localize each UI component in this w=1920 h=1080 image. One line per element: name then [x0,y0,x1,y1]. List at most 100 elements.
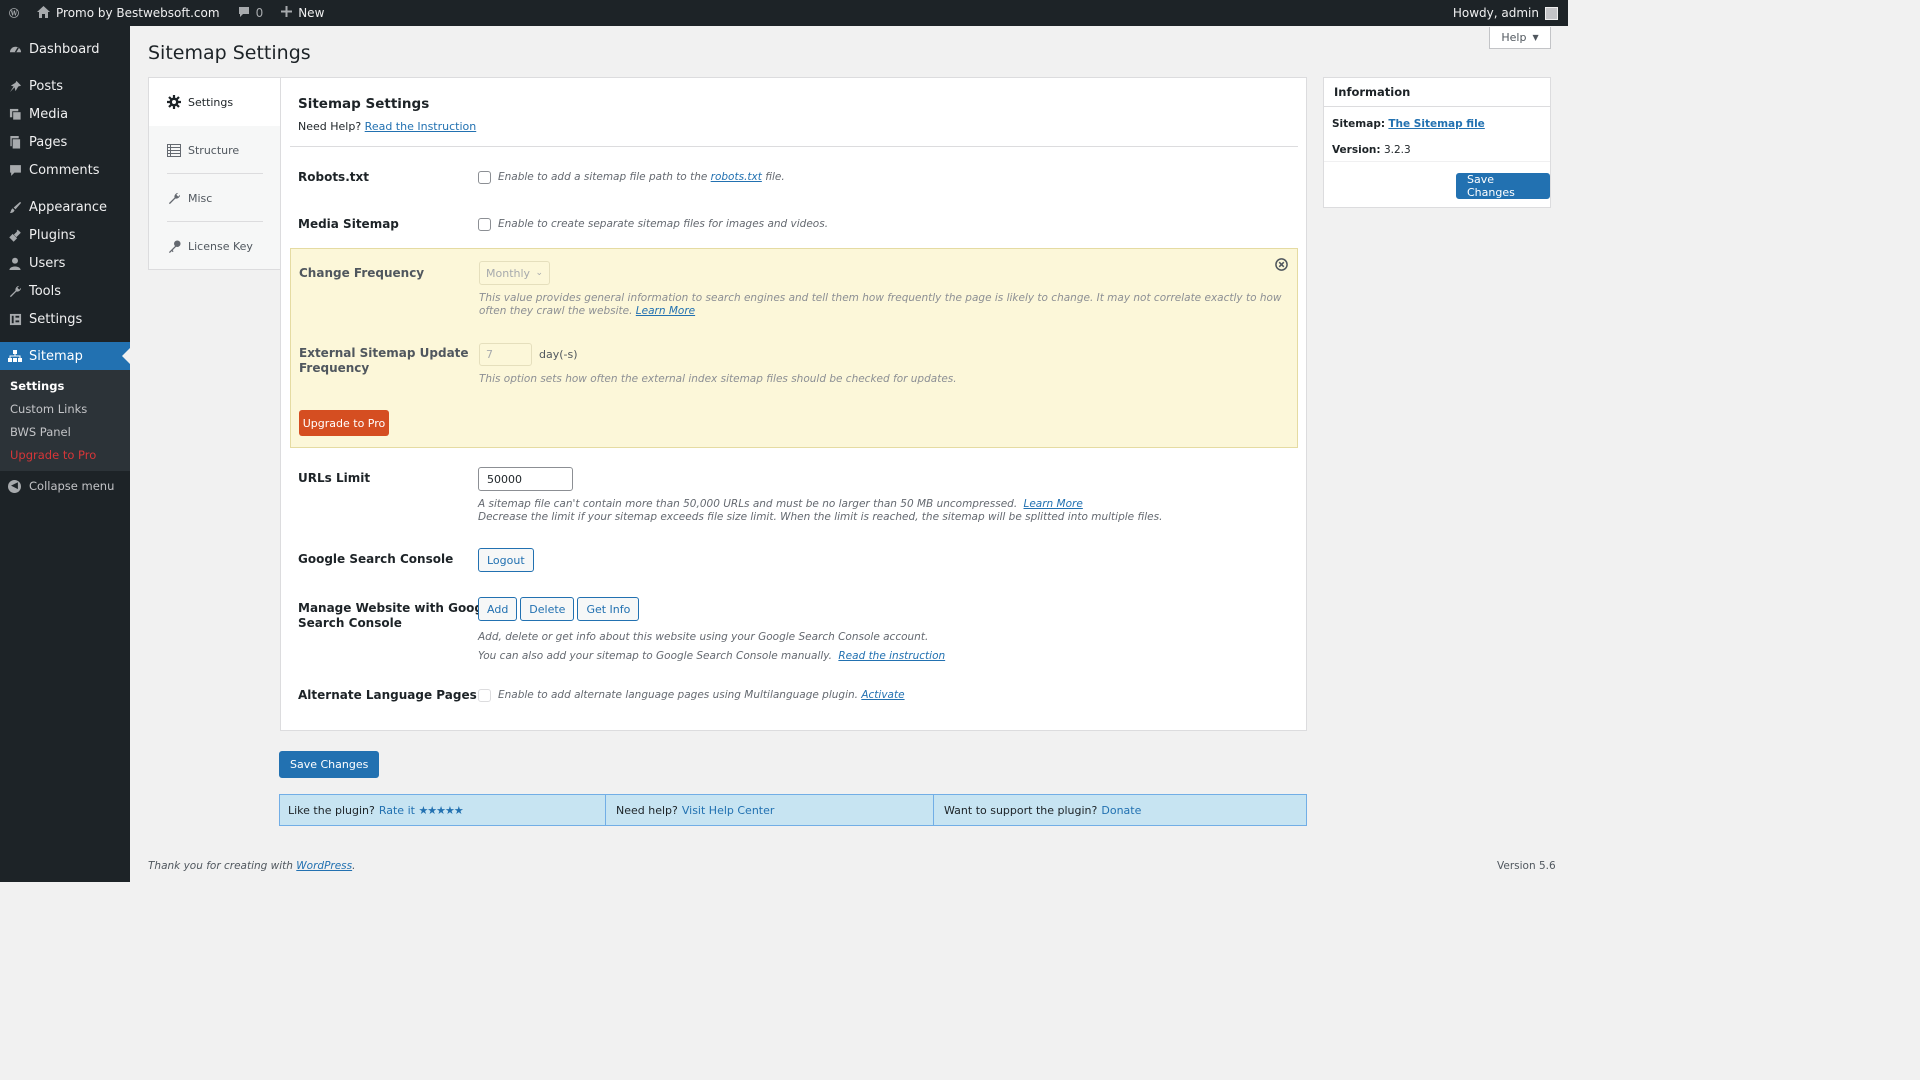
urls-limit-input[interactable]: 50000 [478,467,573,491]
get-info-button[interactable]: Get Info [577,597,640,621]
external-sitemap-label: External Sitemap Update Frequency [299,346,469,376]
star-rating-icon: ★★★★★ [418,803,463,817]
settings-tabs: Settings Structure Misc License Key [148,77,282,270]
wordpress-link[interactable]: WordPress [296,860,352,872]
donate-cell: Want to support the plugin? Donate [934,795,1306,825]
visit-help-center-link[interactable]: Visit Help Center [682,804,775,817]
robots-desc: Enable to add a sitemap file path to the… [498,171,785,184]
avatar [1545,6,1558,20]
save-changes-button[interactable]: Save Changes [279,751,380,778]
my-account-link[interactable]: Howdy, admin [1444,0,1568,26]
menu-separator [0,63,130,72]
info-title: Information [1334,85,1411,99]
sidebar-item-label: Pages [29,134,68,150]
help-cell: Need help? Visit Help Center [606,795,934,825]
new-content-link[interactable]: New [272,0,333,26]
tab-label: Settings [188,95,234,109]
site-name-link[interactable]: Promo by Bestwebsoft.com [28,0,229,26]
tab-license-key[interactable]: License Key [149,222,281,270]
change-frequency-desc: This value provides general information … [479,292,1289,318]
robots-checkbox[interactable] [478,171,491,184]
change-frequency-select[interactable]: Monthly ⌄ [479,261,550,285]
upgrade-label: Upgrade to Pro [302,416,386,430]
wordpress-logo-icon[interactable]: W [0,0,28,26]
collapse-menu-button[interactable]: ◀ Collapse menu [0,471,130,493]
tab-misc[interactable]: Misc [149,174,281,222]
help-tab-button[interactable]: Help ▼ [1489,27,1551,49]
tab-structure[interactable]: Structure [149,126,281,174]
comments-link[interactable]: 0 [229,0,273,26]
robots-txt-link[interactable]: robots.txt [711,171,762,183]
learn-more-link[interactable]: Learn More [636,305,695,317]
submenu-custom-links[interactable]: Custom Links [0,398,130,421]
sitemap-file-link[interactable]: The Sitemap file [1388,118,1484,130]
tab-settings[interactable]: Settings [149,78,282,126]
read-instruction-link[interactable]: Read the Instruction [365,120,477,133]
dashboard-icon [8,42,22,56]
submenu-settings[interactable]: Settings [0,375,130,398]
alternate-language-checkbox[interactable] [478,689,491,702]
sidebar-item-pages[interactable]: Pages [0,128,130,156]
rate-cell: Like the plugin? Rate it ★★★★★ [280,795,606,825]
alt-lang-desc: Enable to add alternate language pages u… [498,689,905,702]
logout-button[interactable]: Logout [478,548,534,572]
new-label: New [298,6,325,20]
read-the-instruction-link[interactable]: Read the instruction [838,650,945,662]
sidebar-item-plugins[interactable]: Plugins [0,221,130,249]
upgrade-to-pro-button[interactable]: Upgrade to Pro [299,410,389,436]
chevron-down-icon: ⌄ [535,268,543,278]
sitemap-icon [8,349,22,363]
footer-thanks-text: Thank you for creating with [148,860,293,872]
activate-link[interactable]: Activate [861,689,904,701]
urls-learn-more-link[interactable]: Learn More [1024,498,1083,510]
close-circle-icon[interactable] [1275,258,1288,275]
sidebar-item-posts[interactable]: Posts [0,72,130,100]
user-icon [8,256,22,270]
sidebar-item-label: Appearance [29,199,108,215]
submenu-upgrade-to-pro[interactable]: Upgrade to Pro [0,444,130,467]
add-button[interactable]: Add [478,597,518,621]
howdy-label: Howdy, admin [1452,6,1539,20]
sidebar-item-dashboard[interactable]: Dashboard [0,35,130,63]
change-frequency-label: Change Frequency [299,266,425,280]
manage-website-label: Manage Website with Google Search Consol… [298,601,495,631]
panel-heading: Sitemap Settings [298,96,430,112]
external-frequency-input[interactable]: 7 [479,343,532,366]
manage-label-line1: Manage Website with Google [298,601,496,615]
external-frequency-value: 7 [486,348,493,361]
sidebar-item-label: Settings [29,311,83,327]
submenu-bws-panel[interactable]: BWS Panel [0,421,130,444]
sidebar-item-comments[interactable]: Comments [0,156,130,184]
sidebar-item-tools[interactable]: Tools [0,277,130,305]
alt-lang-desc-text: Enable to add alternate language pages u… [498,689,858,701]
manage-desc-line2: You can also add your sitemap to Google … [478,647,945,666]
manage-desc-line1: Add, delete or get info about this websi… [478,631,929,643]
urls-desc: A sitemap file can't contain more than 5… [478,498,1162,524]
sidebar-item-users[interactable]: Users [0,249,130,277]
sidebar-item-media[interactable]: Media [0,100,130,128]
delete-button[interactable]: Delete [520,597,575,621]
plus-icon [281,6,293,20]
media-row: Enable to create separate sitemap files … [478,218,828,231]
sidebar-item-label: Media [29,106,69,122]
sidebar-item-label: Posts [29,78,63,94]
info-save-label: Save Changes [1467,173,1515,199]
manage-desc-text2: You can also add your sitemap to Google … [478,650,833,662]
sidebar-item-sitemap[interactable]: Sitemap [0,342,130,370]
days-unit-label: day(-s) [539,348,578,361]
home-icon [37,5,50,21]
pages-icon [8,135,22,149]
rate-it-label: Rate it [378,803,415,817]
get-info-label: Get Info [586,602,631,616]
site-name-label: Promo by Bestwebsoft.com [56,6,220,20]
admin-sidebar: Dashboard Posts Media Pages Comments App… [0,26,130,882]
sidebar-item-appearance[interactable]: Appearance [0,193,130,221]
sidebar-item-settings[interactable]: Settings [0,305,130,333]
media-sitemap-checkbox[interactable] [478,218,491,231]
info-save-changes-button[interactable]: Save Changes [1456,173,1550,199]
comments-count: 0 [255,6,264,20]
donate-link[interactable]: Donate [1101,804,1141,817]
rate-it-link[interactable]: Rate it ★★★★★ [378,803,464,817]
urls-desc-line2: Decrease the limit if your sitemap excee… [478,511,1163,523]
comment-icon [238,6,250,21]
